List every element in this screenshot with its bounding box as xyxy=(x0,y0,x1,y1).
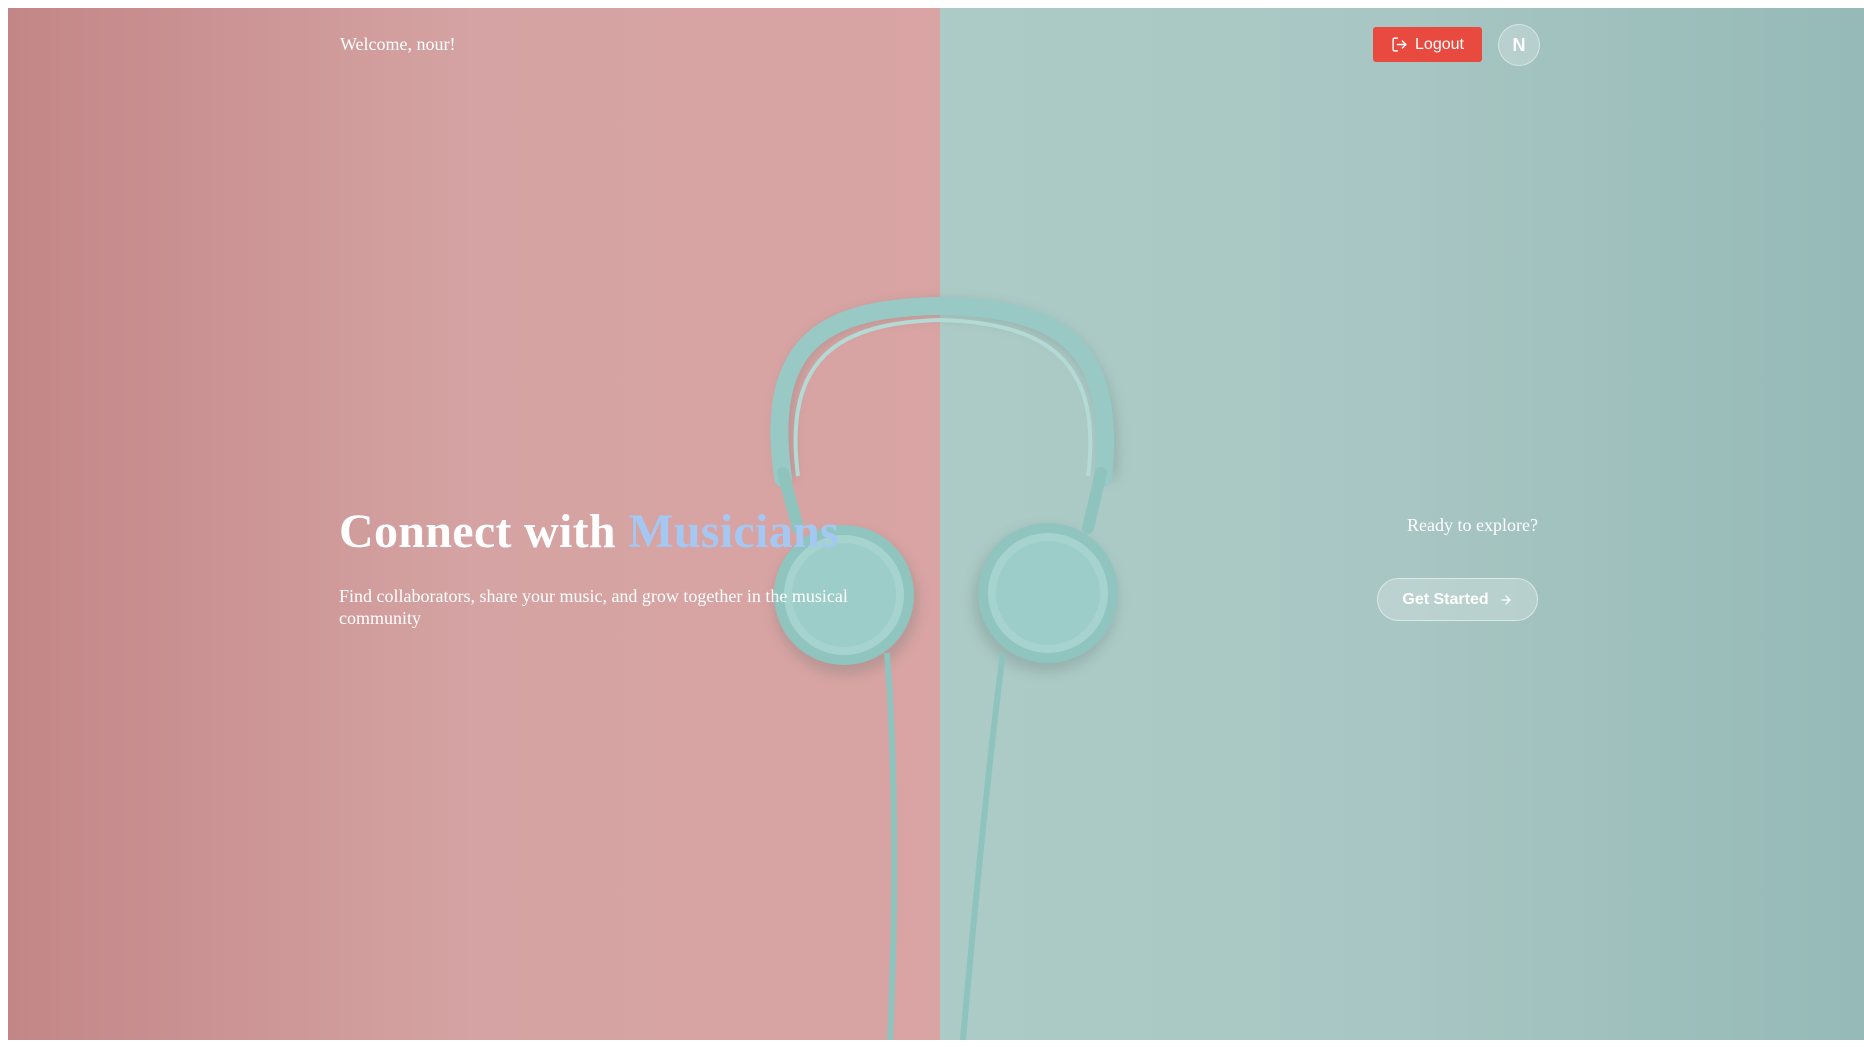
logout-icon xyxy=(1392,37,1407,52)
user-avatar[interactable]: N xyxy=(1498,24,1540,66)
get-started-label: Get Started xyxy=(1402,590,1489,608)
get-started-button[interactable]: Get Started xyxy=(1377,578,1538,621)
logout-button[interactable]: Logout xyxy=(1373,27,1482,62)
hero-background: Welcome, nour! Logout N Connect with Mus… xyxy=(8,8,1864,1040)
headphones-image xyxy=(770,296,1119,1040)
welcome-message: Welcome, nour! xyxy=(340,34,456,54)
cta-prompt: Ready to explore? xyxy=(1407,515,1538,535)
hero-subtitle: Find collaborators, share your music, an… xyxy=(339,586,848,628)
arrow-right-icon xyxy=(1500,594,1511,605)
hero-title-accent: Musicians xyxy=(628,505,839,558)
logout-label: Logout xyxy=(1415,35,1464,53)
hero-title: Connect with Musicians xyxy=(339,504,839,559)
hero-title-prefix: Connect with xyxy=(339,505,629,558)
